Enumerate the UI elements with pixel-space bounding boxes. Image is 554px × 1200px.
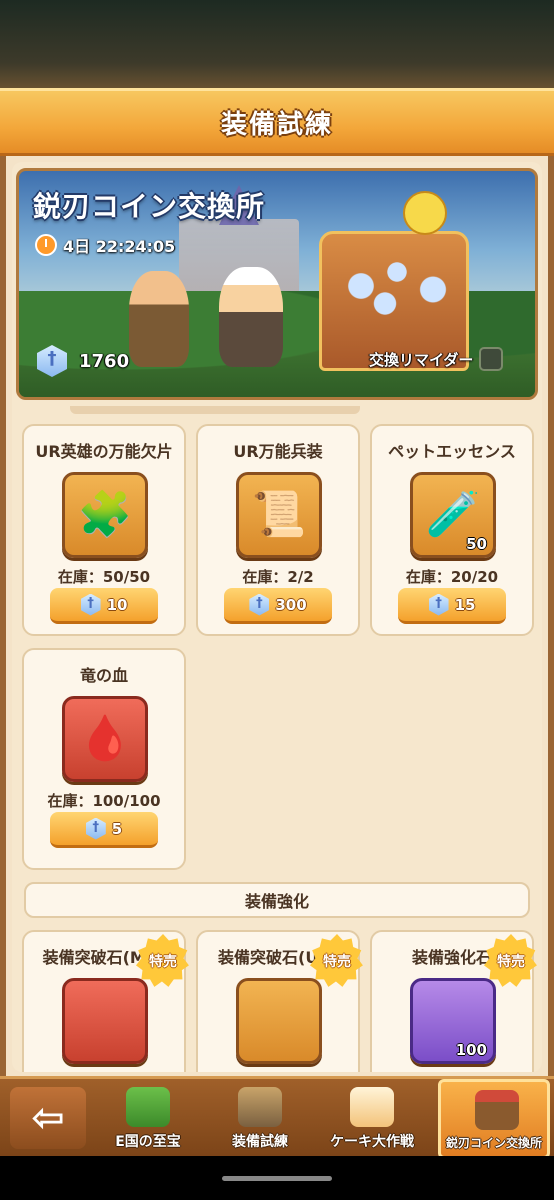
reminder-label: 交換リマイダー — [369, 350, 474, 369]
shop-item-card[interactable]: 装備強化石 100 特売 — [370, 930, 537, 1072]
item-name: UR万能兵装 — [233, 442, 323, 461]
tab-label: ケーキ大作戦 — [330, 1134, 414, 1150]
hero-character-2 — [219, 267, 283, 367]
item-stock: 在庫：20/20 — [405, 568, 499, 586]
blade-coin-icon — [249, 593, 270, 616]
system-gesture-bar — [0, 1156, 554, 1200]
item-icon-box — [62, 978, 148, 1064]
item-icon-box: 100 — [410, 978, 496, 1064]
back-button[interactable]: ⇦ — [10, 1087, 86, 1149]
shop-item-card[interactable]: 装備突破石(MR) 特売 — [22, 930, 189, 1072]
section-header-equipment: 装備強化 — [24, 882, 530, 918]
item-icon-box — [236, 978, 322, 1064]
dragon-blood-vial-icon: 🩸 — [77, 713, 133, 764]
cake-icon — [350, 1087, 394, 1127]
item-quantity: 100 — [455, 1041, 487, 1059]
tab-blade-coin-exchange[interactable]: 鋭刃コイン交換所 — [438, 1079, 550, 1159]
countdown-timer: 4日 22:24:05 — [35, 233, 175, 257]
title-banner: 装備試練 — [0, 88, 554, 156]
hero-character-1 — [129, 271, 189, 367]
shop-stall-icon — [475, 1090, 519, 1130]
price-value: 300 — [275, 595, 307, 614]
tab-label: 装備試練 — [232, 1134, 288, 1150]
shop-item-card[interactable]: UR万能兵装 📜 在庫：2/2 300 — [196, 424, 360, 636]
sale-badge: 特売 — [310, 934, 363, 987]
item-name: ペットエッセンス — [388, 442, 516, 461]
tab-cake-operation[interactable]: ケーキ大作戦 — [316, 1079, 428, 1159]
buy-button[interactable]: 15 — [398, 588, 506, 624]
puzzle-ticket-icon: 🧩 — [77, 489, 133, 540]
main-panel: 鋭刃コイン交換所 4日 22:24:05 1760 交換リマイダー UR英雄の万… — [0, 156, 554, 1076]
clock-icon — [35, 234, 57, 256]
item-icon-box: 🧩 — [62, 472, 148, 558]
item-icon-box: 📜 — [236, 472, 322, 558]
sale-badge: 特売 — [484, 934, 537, 987]
tab-equipment-trial[interactable]: 装備試練 — [204, 1079, 316, 1159]
home-indicator[interactable] — [222, 1176, 332, 1181]
timer-text: 4日 22:24:05 — [63, 237, 176, 256]
buy-button[interactable]: 300 — [224, 588, 332, 624]
arrow-left-icon: ⇦ — [31, 1095, 65, 1141]
potion-flask-icon: 🧪 — [425, 489, 481, 540]
item-name: 竜の血 — [79, 666, 128, 685]
item-icon-box: 🩸 — [62, 696, 148, 782]
exchange-reminder-toggle[interactable]: 交換リマイダー — [369, 347, 504, 371]
item-icon-box: 🧪 50 — [410, 472, 496, 558]
panel-inner: 鋭刃コイン交換所 4日 22:24:05 1760 交換リマイダー UR英雄の万… — [12, 162, 542, 1072]
tab-kingdom-treasure[interactable]: E国の至宝 — [92, 1079, 204, 1159]
shop-item-card[interactable]: 装備突破石(UR) 特売 — [196, 930, 363, 1072]
tab-label: E国の至宝 — [115, 1134, 181, 1150]
price-value: 5 — [111, 819, 123, 838]
shop-title: 鋭刃コイン交換所 — [33, 190, 266, 223]
blade-coin-icon — [37, 345, 67, 377]
item-stock: 在庫：50/50 — [57, 568, 151, 586]
chick-mascot — [403, 191, 447, 235]
sale-badge: 特売 — [136, 934, 189, 987]
armor-icon — [238, 1087, 282, 1127]
item-stock: 在庫：100/100 — [47, 792, 161, 810]
item-name: UR英雄の万能欠片 — [35, 442, 173, 461]
price-value: 10 — [106, 595, 128, 614]
shelf-divider — [70, 406, 360, 414]
top-backdrop — [0, 0, 554, 90]
shop-item-card[interactable]: UR英雄の万能欠片 🧩 在庫：50/50 10 — [22, 424, 186, 636]
shop-item-card[interactable]: 竜の血 🩸 在庫：100/100 5 — [22, 648, 186, 870]
price-value: 15 — [454, 595, 476, 614]
gear-card-icon: 📜 — [251, 489, 307, 540]
shop-item-card[interactable]: ペットエッセンス 🧪 50 在庫：20/20 15 — [370, 424, 534, 636]
chest-coins-illustration — [337, 251, 457, 321]
item-stock: 在庫：2/2 — [242, 568, 314, 586]
item-quantity: 50 — [466, 535, 487, 553]
blade-coin-icon — [428, 593, 449, 616]
coin-balance-value: 1760 — [79, 350, 130, 372]
buy-button[interactable]: 5 — [50, 812, 158, 848]
page-title: 装備試練 — [220, 109, 333, 140]
bottom-nav: ⇦ E国の至宝 装備試練 ケーキ大作戦 鋭刃コイン交換所 — [0, 1076, 554, 1159]
gift-box-icon — [126, 1087, 170, 1127]
coin-balance: 1760 — [37, 345, 129, 377]
blade-coin-icon — [85, 817, 106, 840]
buy-button[interactable]: 10 — [50, 588, 158, 624]
blade-coin-icon — [80, 593, 101, 616]
exchange-hero-banner: 鋭刃コイン交換所 4日 22:24:05 1760 交換リマイダー — [16, 168, 538, 400]
reminder-checkbox[interactable] — [479, 347, 504, 371]
tab-label: 鋭刃コイン交換所 — [445, 1136, 542, 1150]
